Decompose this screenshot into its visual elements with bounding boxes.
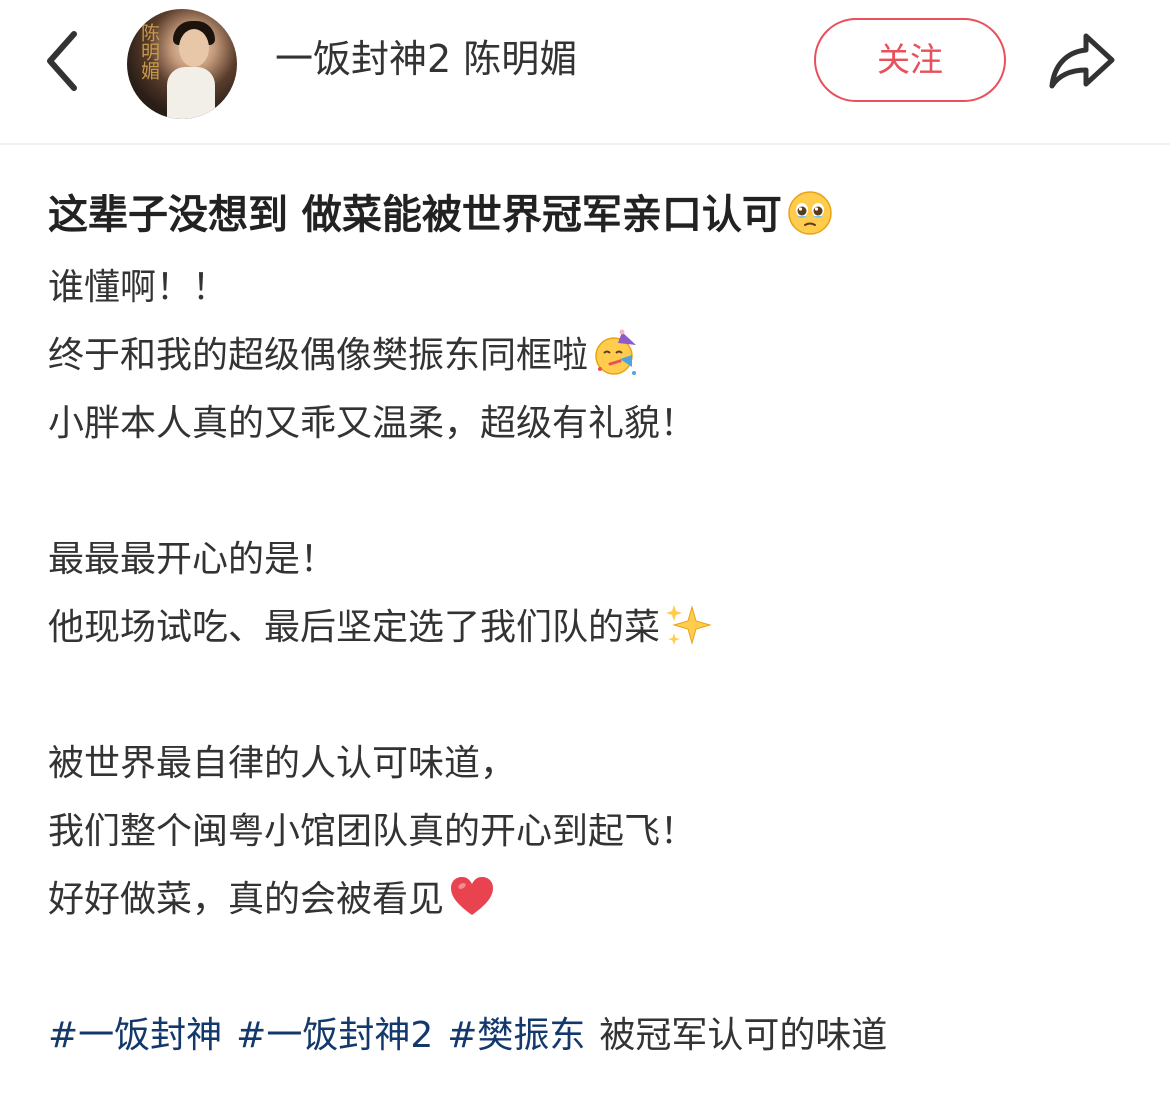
sparkles-icon bbox=[666, 605, 712, 645]
hashtag-row: #一饭封神 #一饭封神2 #樊振东 被冠军认可的味道 bbox=[48, 1002, 1138, 1070]
avatar[interactable]: 陈明媚 bbox=[127, 9, 237, 119]
back-button[interactable] bbox=[38, 26, 88, 96]
share-button[interactable] bbox=[1046, 26, 1118, 96]
body-line-text: 终于和我的超级偶像樊振东同框啦 bbox=[48, 335, 589, 376]
avatar-calligraphy: 陈明媚 bbox=[138, 23, 160, 80]
body-line-text: 最最最开心的是！ bbox=[48, 539, 337, 580]
body-line: 他现场试吃、最后坚定选了我们队的菜 bbox=[48, 594, 1138, 662]
post-body: 谁懂啊！！ 终于和我的超级偶像樊振东同框啦 小胖本人真的又乖又温柔，超级有礼貌！… bbox=[48, 254, 1138, 1070]
body-line: 谁懂啊！！ bbox=[48, 254, 1138, 322]
post-header: 陈明媚 一饭封神2 陈明媚 关注 bbox=[0, 0, 1170, 145]
share-arrow-icon bbox=[1049, 33, 1115, 89]
body-line: 最最最开心的是！ bbox=[48, 526, 1138, 594]
teary-face-icon bbox=[788, 191, 832, 235]
hashtag-link[interactable]: #一饭封神2 bbox=[236, 1015, 433, 1056]
follow-button[interactable]: 关注 bbox=[814, 18, 1006, 102]
body-line-text: 被世界最自律的人认可味道， bbox=[48, 743, 517, 784]
avatar-face bbox=[179, 29, 209, 67]
hashtag-suffix: 被冠军认可的味道 bbox=[599, 1015, 888, 1056]
body-line: 我们整个闽粤小馆团队真的开心到起飞！ bbox=[48, 798, 1138, 866]
body-line: 好好做菜，真的会被看见 bbox=[48, 866, 1138, 934]
body-line-text: 小胖本人真的又乖又温柔，超级有礼貌！ bbox=[48, 403, 697, 444]
post-content: 这辈子没想到 做菜能被世界冠军亲口认可 谁懂啊！！ 终于和我的超级偶像樊振东同框… bbox=[48, 176, 1138, 1070]
body-line-text: 谁懂啊！！ bbox=[48, 267, 229, 308]
post-title-text: 这辈子没想到 做菜能被世界冠军亲口认可 bbox=[48, 192, 782, 238]
username[interactable]: 一饭封神2 陈明媚 bbox=[275, 33, 577, 85]
body-line-text: 我们整个闽粤小馆团队真的开心到起飞！ bbox=[48, 811, 697, 852]
party-face-icon bbox=[595, 329, 637, 375]
body-line: 小胖本人真的又乖又温柔，超级有礼貌！ bbox=[48, 390, 1138, 458]
post-title: 这辈子没想到 做菜能被世界冠军亲口认可 bbox=[48, 176, 1138, 254]
chevron-left-icon bbox=[47, 31, 77, 91]
body-line: 被世界最自律的人认可味道， bbox=[48, 730, 1138, 798]
body-line: 终于和我的超级偶像樊振东同框啦 bbox=[48, 322, 1138, 390]
hashtag-link[interactable]: #樊振东 bbox=[447, 1015, 585, 1056]
body-line-text: 他现场试吃、最后坚定选了我们队的菜 bbox=[48, 607, 661, 648]
avatar-robe bbox=[167, 67, 215, 119]
red-heart-icon bbox=[451, 877, 494, 915]
body-line-text: 好好做菜，真的会被看见 bbox=[48, 879, 445, 920]
hashtag-link[interactable]: #一饭封神 bbox=[48, 1015, 222, 1056]
